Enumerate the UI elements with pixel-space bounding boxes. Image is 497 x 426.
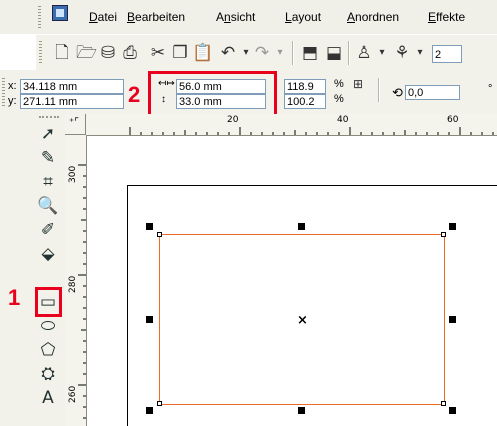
copy-icon[interactable]: ❐	[170, 43, 190, 63]
lock-ratio-icon[interactable]: ⊞	[350, 76, 366, 92]
center-marker-icon[interactable]: ×	[297, 313, 308, 328]
selection-handle[interactable]	[146, 407, 153, 414]
ruler-origin-icon[interactable]: ⁺⌜	[65, 114, 86, 135]
separator	[348, 41, 350, 65]
redo-dropdown-icon[interactable]: ▾	[270, 43, 290, 63]
rectangle-node[interactable]	[441, 232, 446, 237]
save-icon[interactable]: ⛁	[98, 43, 118, 63]
h-ruler-label: 40	[337, 115, 349, 125]
rotation-input[interactable]: 0,0	[405, 85, 460, 100]
export-icon[interactable]: ⬓	[324, 43, 344, 63]
callout-1: 1	[8, 285, 21, 310]
x-label: x:	[8, 80, 17, 92]
print-icon[interactable]: ⎙	[120, 43, 140, 63]
toolbar-grip[interactable]	[39, 41, 42, 65]
menu-datei[interactable]: Datei	[89, 10, 117, 24]
separator	[292, 41, 294, 65]
paste-icon[interactable]: 📋	[192, 43, 213, 63]
v-ruler-label: 300	[68, 165, 78, 183]
v-ruler-label: 260	[68, 385, 78, 403]
pick-tool-icon[interactable]: ➚	[36, 122, 60, 146]
percent-x-label: %	[334, 78, 344, 90]
menu-bearbeiten[interactable]: Bearbeiten	[127, 10, 185, 24]
menu-grip[interactable]	[38, 6, 41, 28]
selection-handle[interactable]	[449, 316, 456, 323]
zoom-dropdown-icon[interactable]: ▾	[410, 43, 430, 63]
rectangle-node[interactable]	[441, 401, 446, 406]
document-icon[interactable]	[52, 5, 68, 21]
corel-online-icon[interactable]: ⚘	[392, 43, 412, 63]
new-icon[interactable]: 🗋	[52, 43, 72, 63]
menu-anordnen[interactable]: Anordnen	[347, 10, 399, 24]
cut-icon[interactable]: ✂	[148, 43, 168, 63]
selection-handle[interactable]	[146, 223, 153, 230]
left-margin	[0, 114, 37, 426]
undo-icon[interactable]: ↶	[218, 43, 238, 63]
standard-toolbar: 🗋 🗁 ⛁ ⎙ ✂ ❐ 📋 ↶ ▾ ↷ ▾ ⬒ ⬓ ♙ ▾ ⚘ ▾ 2	[36, 34, 497, 72]
rectangle-node[interactable]	[157, 401, 162, 406]
selection-handle[interactable]	[146, 316, 153, 323]
scale-x-input[interactable]: 118.9	[284, 79, 326, 94]
import-icon[interactable]: ⬒	[300, 43, 320, 63]
y-position-input[interactable]: 271.11 mm	[20, 94, 124, 109]
callout-2: 2	[128, 82, 141, 107]
zoom-level-field[interactable]: 2	[432, 45, 462, 63]
degree-label: °	[488, 83, 493, 95]
zoom-tool-icon[interactable]: 🔍	[36, 194, 60, 218]
propbar-grip[interactable]	[2, 78, 5, 108]
app-launcher-icon[interactable]: ♙	[354, 43, 374, 63]
redo-icon[interactable]: ↷	[252, 43, 272, 63]
selection-handle[interactable]	[298, 407, 305, 414]
menu-bar: Datei Bearbeiten Ansicht Layout Anordnen…	[0, 0, 497, 34]
crop-tool-icon[interactable]: ⌗	[36, 170, 60, 194]
selection-handle[interactable]	[449, 407, 456, 414]
selection-handle[interactable]	[298, 223, 305, 230]
vertical-ruler[interactable]: 300 280 260	[65, 135, 87, 426]
percent-y-label: %	[334, 93, 344, 105]
rectangle-node[interactable]	[157, 232, 162, 237]
text-tool-icon[interactable]: A	[36, 386, 60, 410]
v-ruler-label: 280	[68, 275, 78, 293]
shape-tool-icon[interactable]: ✎	[36, 146, 60, 170]
y-label: y:	[8, 95, 17, 107]
horizontal-ruler-ticks	[129, 127, 494, 135]
freehand-tool-icon[interactable]: ✐	[36, 218, 60, 242]
size-highlight-box	[148, 71, 277, 118]
h-ruler-label: 20	[227, 115, 239, 125]
rotation-icon: ⟲	[392, 85, 403, 100]
separator	[378, 78, 380, 102]
rectangle-tool-highlight	[35, 287, 62, 317]
scale-y-input[interactable]: 100.2	[284, 94, 326, 109]
origin-marker-icon: ⁺⌜	[69, 117, 79, 128]
toolbox-grip[interactable]	[39, 116, 59, 118]
h-ruler-label: 60	[447, 115, 459, 125]
menu-ansicht[interactable]: Ansicht	[216, 10, 255, 24]
smart-fill-tool-icon[interactable]: ⬙	[36, 242, 60, 266]
polygon-tool-icon[interactable]: ⬠	[36, 338, 60, 362]
basic-shapes-tool-icon[interactable]: ⛭	[36, 362, 60, 386]
menu-effekte[interactable]: Effekte	[428, 10, 465, 24]
open-icon[interactable]: 🗁	[76, 43, 97, 63]
ellipse-tool-icon[interactable]: ⬭	[36, 314, 60, 338]
selection-handle[interactable]	[449, 223, 456, 230]
x-position-input[interactable]: 34.118 mm	[20, 79, 124, 94]
menu-layout[interactable]: Layout	[285, 10, 321, 24]
horizontal-ruler[interactable]: 20 40 60	[65, 114, 497, 136]
app-launcher-dropdown-icon[interactable]: ▾	[372, 43, 392, 63]
